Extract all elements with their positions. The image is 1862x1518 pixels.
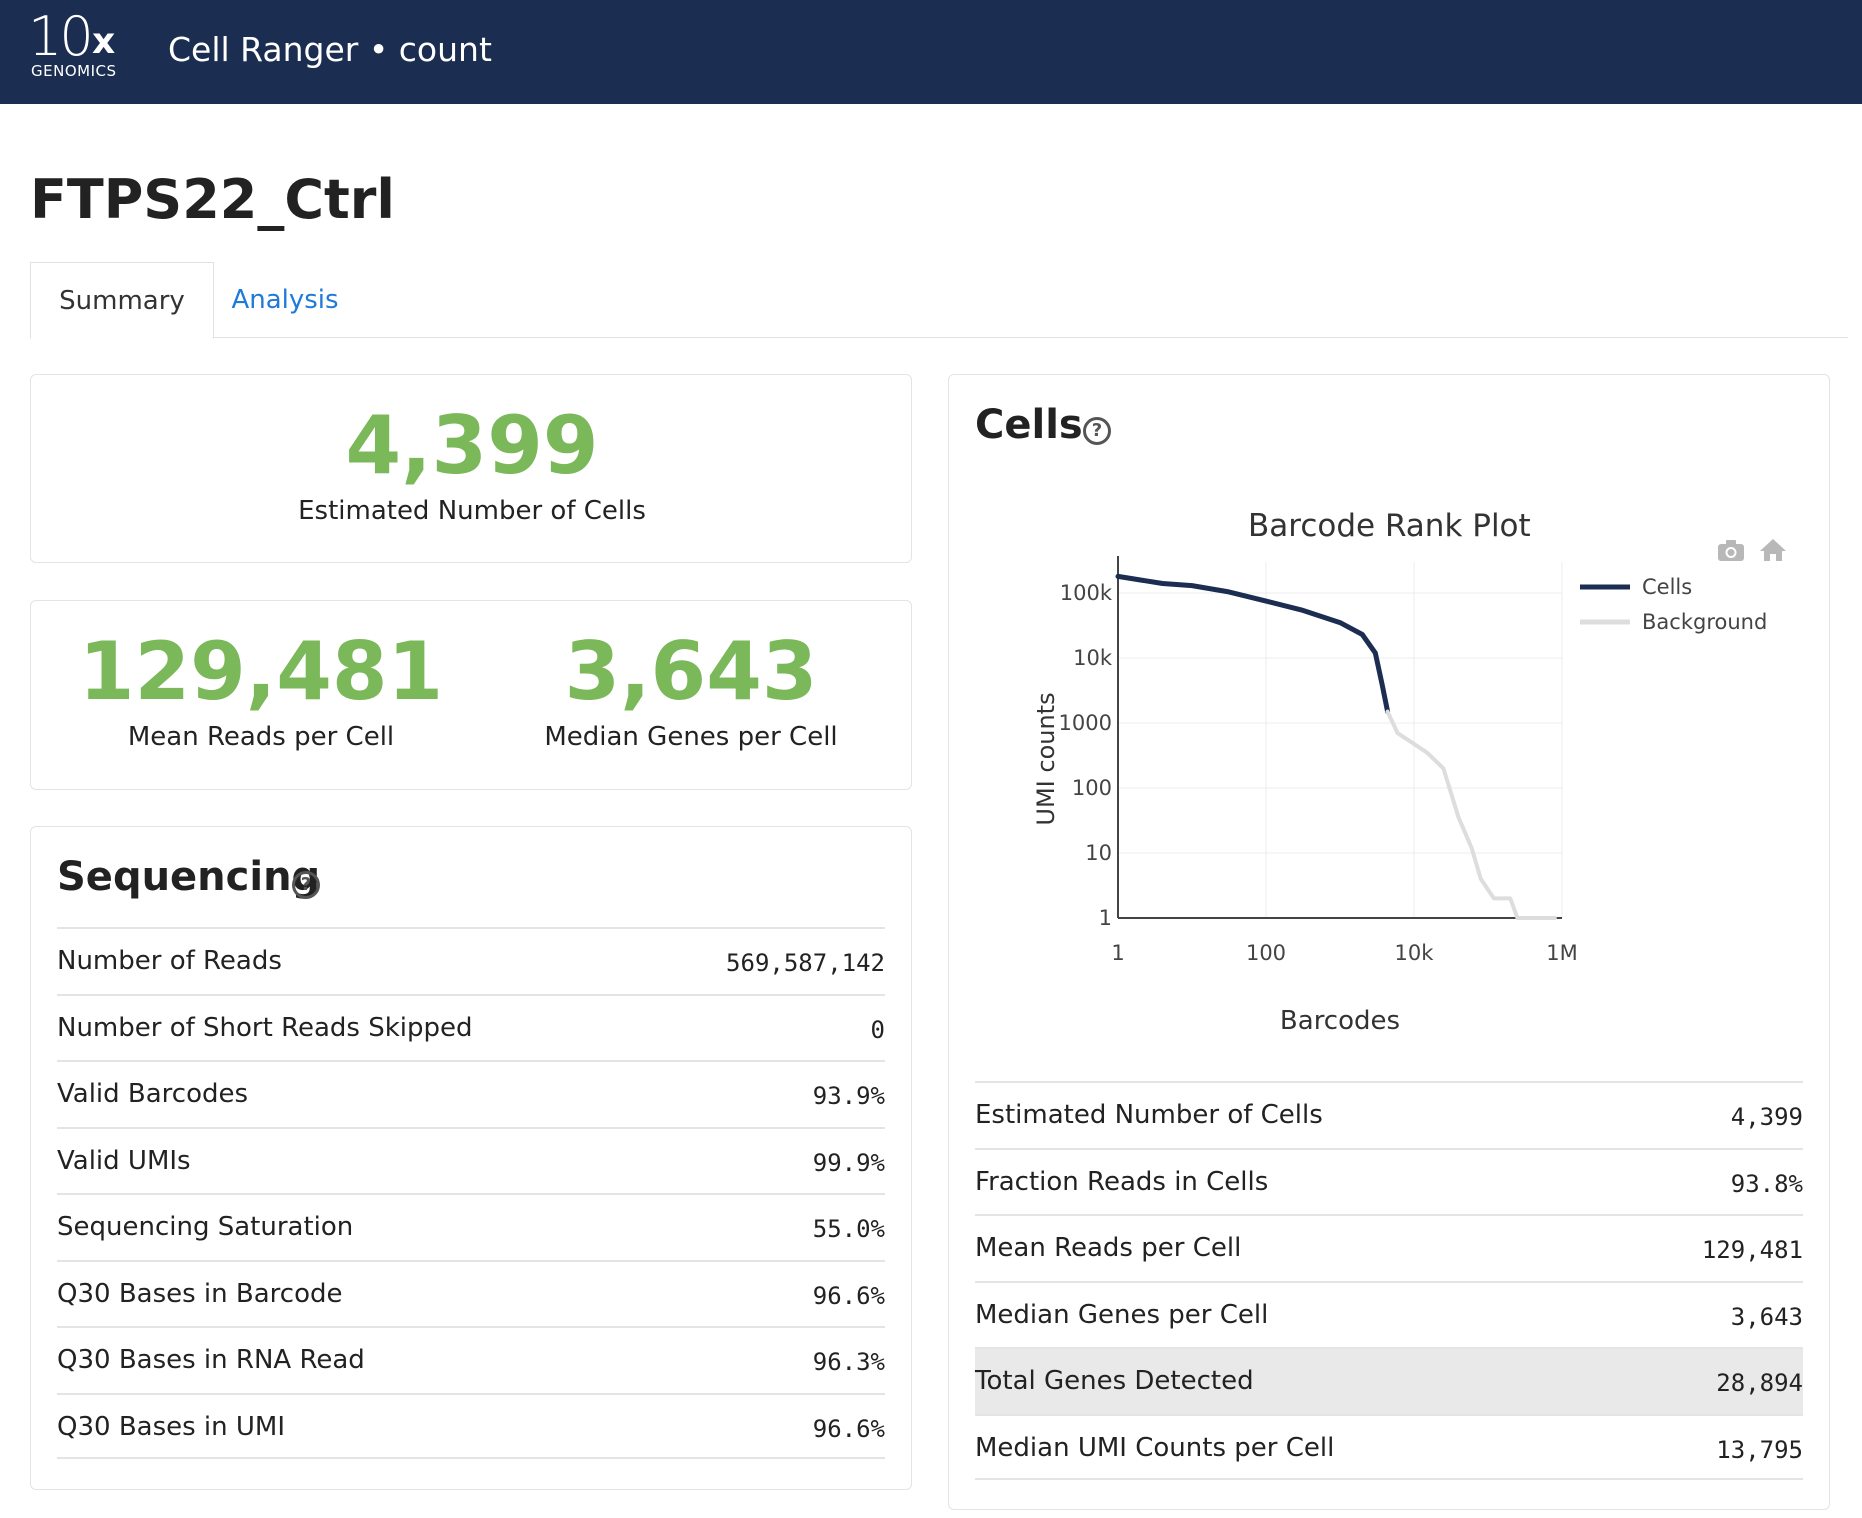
metric-value: 96.3% [812,1348,885,1376]
tab-analysis[interactable]: Analysis [214,262,356,339]
reads-genes-card: 129,481 Mean Reads per Cell 3,643 Median… [30,600,912,790]
x-tick-label: 10k [1395,941,1435,965]
legend-label: Background [1642,610,1767,634]
logo-main-text: 10 [28,5,94,68]
metric-row: Estimated Number of Cells 4,399 [975,1081,1803,1148]
metric-row: Number of Reads 569,587,142 [57,927,885,994]
metric-row: Q30 Bases in RNA Read 96.3% [57,1326,885,1393]
logo-x-mark: x [92,21,116,62]
metric-value: 129,481 [1701,1236,1803,1264]
x-tick-label: 1 [1111,941,1124,965]
metric-label: Valid Barcodes [57,1079,249,1109]
metric-value: 55.0% [812,1215,885,1243]
grid-lines [1118,562,1563,918]
series-lines [1115,573,1557,920]
metric-value: 99.9% [812,1148,885,1177]
tab-summary[interactable]: Summary [30,262,214,339]
metric-row-highlighted[interactable]: Total Genes Detected 28,894 [975,1347,1803,1414]
median-genes-value: 3,643 [564,625,818,718]
cells-metrics-table: Estimated Number of Cells 4,399 Fraction … [975,1081,1803,1480]
help-icon[interactable]: ? [1083,417,1111,445]
metric-label: Total Genes Detected [975,1366,1254,1396]
metric-value: 0 [870,1015,885,1044]
estimated-cells-card: 4,399 Estimated Number of Cells [30,374,912,563]
logo-subtitle: GENOMICS [31,62,117,80]
median-genes-label: Median Genes per Cell [544,722,838,752]
metric-row: Valid UMIs 99.9% [57,1126,885,1194]
top-navbar: 10 x GENOMICS Cell Ranger • count [0,0,1862,104]
app-title: Cell Ranger • count [168,30,492,69]
barcode-rank-plot[interactable]: 1 100 10k 1M 1 10 100 1000 10k 100k Cells Backgrou… [1040,540,1800,1000]
metric-row: Sequencing Saturation 55.0% [57,1193,885,1260]
metric-label: Estimated Number of Cells [975,1100,1323,1130]
metric-label: Median Genes per Cell [975,1299,1269,1330]
metric-label: Q30 Bases in UMI [57,1411,286,1442]
metric-value: 93.8% [1730,1169,1803,1198]
y-tick-label: 10k [1073,646,1113,670]
series-line-cells [1115,573,1391,715]
legend-label: Cells [1642,575,1692,599]
sequencing-metrics-table: Number of Reads 569,587,142 Number of Sho… [57,927,885,1459]
mean-reads-label: Mean Reads per Cell [127,722,395,752]
metric-row: Q30 Bases in UMI 96.6% [57,1392,885,1459]
metric-value: 96.6% [812,1414,885,1443]
tab-bar: Summary Analysis [30,262,1848,339]
sequencing-title: Sequencing [57,854,321,900]
sequencing-card: Sequencing ? Number of Reads 569,587,142 … [30,826,912,1490]
metric-label: Mean Reads per Cell [975,1233,1242,1263]
y-tick-label: 1 [1099,906,1112,930]
metric-value: 3,643 [1730,1302,1803,1331]
metric-label: Number of Short Reads Skipped [57,1012,473,1043]
metric-row: Number of Short Reads Skipped 0 [57,993,885,1061]
metric-label: Fraction Reads in Cells [975,1166,1269,1197]
metric-label: Q30 Bases in RNA Read [57,1345,365,1375]
y-tick-label: 1000 [1059,711,1112,735]
metric-row: Valid Barcodes 93.9% [57,1060,885,1127]
x-tick-label: 1M [1546,941,1577,965]
metric-label: Sequencing Saturation [57,1212,354,1242]
metric-row: Mean Reads per Cell 129,481 [975,1214,1803,1281]
metric-row: Median Genes per Cell 3,643 [975,1280,1803,1348]
metric-value: 13,795 [1716,1435,1803,1464]
y-tick-label: 100 [1072,776,1112,800]
mean-reads-value: 129,481 [78,625,444,718]
metric-row: Fraction Reads in Cells 93.8% [975,1147,1803,1215]
estimated-cells-label: Estimated Number of Cells [298,496,646,526]
metric-row: Median UMI Counts per Cell 13,795 [975,1413,1803,1480]
metric-label: Valid UMIs [57,1145,191,1176]
metric-row: Q30 Bases in Barcode 96.6% [57,1259,885,1327]
metric-value: 4,399 [1730,1103,1803,1131]
metric-value: 93.9% [812,1082,885,1110]
metric-label: Median UMI Counts per Cell [975,1432,1335,1463]
10x-genomics-logo: 10 x GENOMICS [28,10,138,90]
metric-value: 569,587,142 [726,949,885,977]
x-tick-label: 100 [1246,941,1286,965]
y-tick-label: 100k [1060,581,1113,605]
help-icon[interactable]: ? [292,871,320,899]
metric-value: 96.6% [812,1281,885,1310]
metric-label: Q30 Bases in Barcode [57,1278,343,1309]
page-title: FTPS22_Ctrl [30,168,395,231]
x-axis-title: Barcodes [1279,1006,1401,1036]
metric-value: 28,894 [1716,1369,1803,1397]
y-tick-label: 10 [1085,841,1112,865]
cells-title: Cells [975,402,1083,448]
legend[interactable]: Cells Background [1580,575,1767,634]
series-line-background [1385,709,1557,920]
metric-label: Number of Reads [57,946,282,976]
estimated-cells-value: 4,399 [345,399,599,492]
